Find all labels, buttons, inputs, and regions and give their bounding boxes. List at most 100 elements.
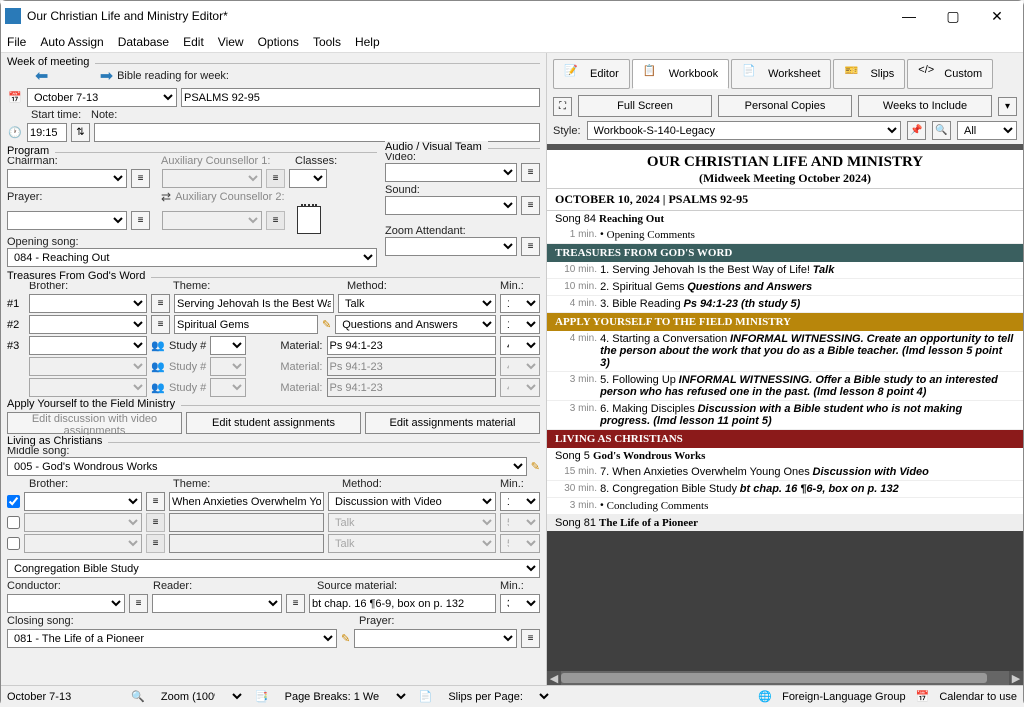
menu-file[interactable]: File <box>7 35 26 49</box>
closing-prayer-select[interactable] <box>354 629 517 648</box>
video-select[interactable] <box>385 163 517 182</box>
start-time-input[interactable] <box>27 123 67 142</box>
maximize-button[interactable]: ▢ <box>931 1 975 31</box>
living-row1-theme[interactable] <box>169 492 324 511</box>
living-row3-check[interactable] <box>7 537 20 550</box>
zoom-menu[interactable]: ≡ <box>521 237 540 256</box>
closing-prayer-menu[interactable]: ≡ <box>521 629 540 648</box>
pencil-icon-3[interactable]: ✎ <box>341 632 350 645</box>
closing-song-select[interactable]: 081 - The Life of a Pioneer <box>7 629 337 648</box>
row1-theme[interactable] <box>174 294 334 313</box>
living-row2-check[interactable] <box>7 516 20 529</box>
row1-menu[interactable]: ≡ <box>151 294 170 313</box>
source-input[interactable] <box>309 594 496 613</box>
zoom-select[interactable] <box>385 237 517 256</box>
living-row1-menu[interactable]: ≡ <box>146 492 165 511</box>
row1-min[interactable]: 10 <box>500 294 540 313</box>
row2-brother[interactable] <box>29 315 147 334</box>
status-slips[interactable]: Slips per Page: 4 <box>442 687 552 706</box>
edit-student-button[interactable]: Edit student assignments <box>186 412 361 434</box>
pin-icon[interactable]: 📌 <box>907 121 926 140</box>
living-row1-method[interactable]: Discussion with Video <box>328 492 496 511</box>
opening-song-select[interactable]: 084 - Reaching Out <box>7 248 377 267</box>
conductor-menu[interactable]: ≡ <box>129 594 148 613</box>
tab-custom[interactable]: </>Custom <box>907 59 993 89</box>
reader-label: Reader: <box>153 580 313 592</box>
aux2-select <box>162 211 262 230</box>
study-select[interactable]: 5 <box>210 336 246 355</box>
tab-slips[interactable]: 🎫Slips <box>833 59 905 89</box>
calendar-icon[interactable]: 📅 <box>7 90 23 106</box>
reader-select[interactable] <box>152 594 282 613</box>
person-icon[interactable] <box>151 339 165 353</box>
video-menu[interactable]: ≡ <box>521 163 540 182</box>
living-row3-min: 5 <box>500 534 540 553</box>
sound-select[interactable] <box>385 196 517 215</box>
chairman-menu[interactable]: ≡ <box>131 169 150 188</box>
living-row1-brother[interactable] <box>24 492 142 511</box>
menu-tools[interactable]: Tools <box>313 35 341 49</box>
menu-options[interactable]: Options <box>258 35 299 49</box>
horizontal-scrollbar[interactable]: ◀▶ <box>547 671 1023 685</box>
bible-reading-input[interactable] <box>181 88 540 107</box>
prayer-menu[interactable]: ≡ <box>131 211 150 230</box>
edit-material-button[interactable]: Edit assignments material <box>365 412 540 434</box>
tab-workbook[interactable]: 📋Workbook <box>632 59 729 89</box>
tab-editor[interactable]: 📝Editor <box>553 59 630 89</box>
menu-autoassign[interactable]: Auto Assign <box>40 35 103 49</box>
classes-select[interactable]: 0 <box>289 169 327 188</box>
row1-brother[interactable] <box>29 294 147 313</box>
style-select[interactable]: Workbook-S-140-Legacy <box>587 121 901 140</box>
close-button[interactable]: ✕ <box>975 1 1019 31</box>
row3-min[interactable]: 4 <box>500 336 540 355</box>
chairman-select[interactable] <box>7 169 127 188</box>
weeks-include-button[interactable]: Weeks to Include <box>858 95 992 117</box>
fullscreen-button[interactable]: Full Screen <box>578 95 712 117</box>
pencil-icon-2[interactable]: ✎ <box>531 460 540 473</box>
row3-brother[interactable] <box>29 336 147 355</box>
row3-material[interactable] <box>327 336 497 355</box>
prayer-select[interactable] <box>7 211 127 230</box>
pencil-icon[interactable]: ✎ <box>322 318 331 331</box>
globe-icon[interactable]: 🌐 <box>758 690 772 703</box>
calendar-status-icon[interactable]: 📅 <box>916 690 930 703</box>
note-input[interactable] <box>94 123 540 142</box>
minimize-button[interactable]: — <box>887 1 931 31</box>
next-week-icon[interactable]: ➡ <box>100 66 113 86</box>
menu-database[interactable]: Database <box>118 35 169 49</box>
living-row1-check[interactable] <box>7 495 20 508</box>
row1-method[interactable]: Talk <box>338 294 496 313</box>
swap-icon[interactable]: ⇄ <box>161 190 171 204</box>
search-icon[interactable]: 🔍 <box>932 121 951 140</box>
status-pagebreaks[interactable]: Page Breaks: 1 Week <box>279 687 409 706</box>
menu-view[interactable]: View <box>218 35 244 49</box>
weeks-dropdown[interactable]: ▾ <box>998 97 1017 116</box>
personal-copies-button[interactable]: Personal Copies <box>718 95 852 117</box>
status-flg[interactable]: Foreign-Language Group <box>782 691 906 703</box>
living-row1-min[interactable]: 15 <box>500 492 540 511</box>
row2-idx: #2 <box>7 319 25 331</box>
zoom-icon[interactable]: 🔍 <box>131 690 145 703</box>
week-select[interactable]: October 7-13 <box>27 88 177 107</box>
menu-edit[interactable]: Edit <box>183 35 204 49</box>
prev-week-icon[interactable]: ⬅ <box>35 66 48 86</box>
fullscreen-icon[interactable]: ⛶ <box>553 97 572 116</box>
status-cal[interactable]: Calendar to use <box>939 691 1017 703</box>
cbs-min-select[interactable]: 30 <box>500 594 540 613</box>
conductor-select[interactable] <box>7 594 125 613</box>
all-select[interactable]: All <box>957 121 1017 140</box>
row2-menu[interactable]: ≡ <box>151 315 170 334</box>
reader-menu[interactable]: ≡ <box>286 594 305 613</box>
clock-icon[interactable]: 🕐 <box>7 125 23 141</box>
row2-min[interactable]: 10 <box>500 315 540 334</box>
middle-song-select[interactable]: 005 - God's Wondrous Works <box>7 457 527 476</box>
row2-theme[interactable] <box>174 315 318 334</box>
notebook-icon[interactable] <box>297 206 321 234</box>
time-spinner[interactable]: ⇅ <box>71 123 90 142</box>
cbs-select[interactable]: Congregation Bible Study <box>7 559 540 578</box>
status-zoom[interactable]: Zoom (100%) <box>155 687 245 706</box>
tab-worksheet[interactable]: 📄Worksheet <box>731 59 831 89</box>
menu-help[interactable]: Help <box>355 35 380 49</box>
sound-menu[interactable]: ≡ <box>521 196 540 215</box>
row2-method[interactable]: Questions and Answers <box>335 315 496 334</box>
